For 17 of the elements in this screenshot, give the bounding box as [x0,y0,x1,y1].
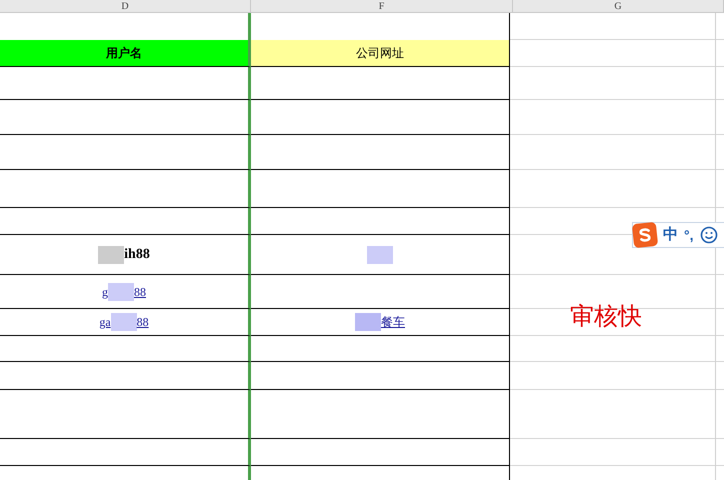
username-text[interactable]: 88 [134,282,146,300]
username-text[interactable]: 88 [136,313,149,331]
note-text: 审核快 [570,301,642,331]
username-text: ih88 [124,246,150,264]
input-method-bar[interactable]: 中 °, [632,222,724,248]
punctuation-toggle[interactable]: °, [684,224,694,246]
column-header[interactable]: G [513,0,724,13]
smiley-icon[interactable] [700,226,718,244]
header-label: 用户名 [106,45,142,62]
column-header[interactable]: F [251,0,513,13]
website-link[interactable]: 餐车 [381,313,405,331]
username-text[interactable]: g [102,282,108,300]
header-label: 公司网址 [356,45,404,62]
logo-icon[interactable] [632,222,658,248]
column-header[interactable]: D [0,0,251,13]
input-mode-toggle[interactable]: 中 [663,224,678,246]
username-text[interactable]: ga [99,313,111,331]
